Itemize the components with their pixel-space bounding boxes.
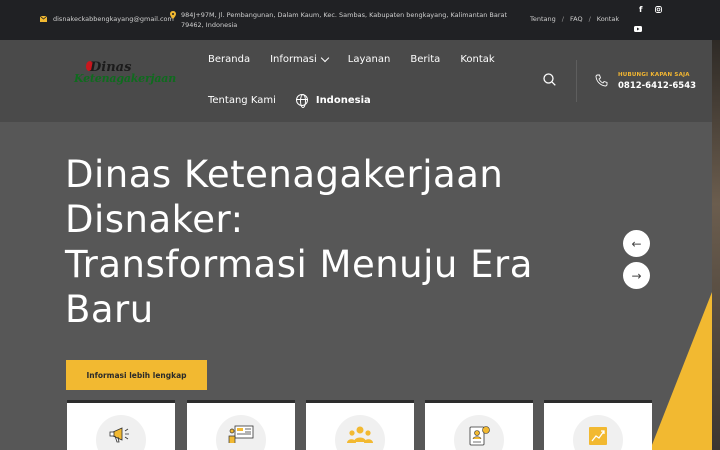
globe-icon [295,94,308,108]
nav-item-tentang-kami[interactable]: Tentang Kami [208,95,276,106]
card-icon-wrap [335,415,385,450]
background-image-edge [712,40,720,450]
top-link-tentang[interactable]: Tentang [530,15,556,23]
address-text: 984J+97M, Jl. Pembangunan, Dalam Kaum, K… [181,11,508,29]
hotline-number[interactable]: 0812-6412-6543 [618,81,696,91]
top-link-kontak[interactable]: Kontak [597,15,619,23]
top-links: Tentang / FAQ / Kontak [530,15,619,23]
language-selector[interactable]: Indonesia [295,94,371,108]
address-contact: 984J+97M, Jl. Pembangunan, Dalam Kaum, K… [170,10,510,30]
nav-item-layanan[interactable]: Layanan [348,54,391,65]
nav-label: Kontak [460,54,495,65]
hero-title: Dinas Ketenagakerjaan Disnaker: Transfor… [65,152,625,332]
top-link-faq[interactable]: FAQ [570,15,583,23]
link-separator: / [588,15,591,23]
nav-label: Layanan [347,54,391,65]
map-pin-icon [170,11,176,19]
hotline-label: HUBUNGI KAPAN SAJA [618,72,690,78]
nav-label: Beranda [208,54,251,65]
social-links: f [625,5,665,35]
main-header: Dinas Ketenagakerjaan Beranda Informasi … [0,40,712,122]
logo-text-line2: Ketenagakerjaan [74,72,176,85]
link-separator: / [561,15,564,23]
service-card[interactable] [187,400,295,450]
main-nav: Beranda Informasi Layanan Berita Kontak [208,53,515,65]
nav-item-kontak[interactable]: Kontak [460,54,494,65]
arrow-left-icon: ← [631,236,642,251]
decorative-yellow-shape [650,292,712,450]
youtube-icon[interactable] [634,26,642,32]
growth-chart-icon [589,427,607,445]
card-icon-wrap [216,415,266,450]
email-text: disnakeckabbengkayang@gmail.com [53,15,174,23]
megaphone-icon [109,427,129,443]
service-card[interactable] [544,400,652,450]
presentation-icon [228,425,254,443]
nav-label: Informasi [270,54,317,65]
search-icon[interactable] [543,73,556,86]
arrow-right-icon: → [631,268,642,283]
phone-icon [595,74,608,87]
main-nav-row2: Tentang Kami Indonesia [208,94,391,108]
nav-item-informasi[interactable]: Informasi [270,53,330,65]
facebook-icon[interactable]: f [639,5,642,14]
hero-title-line: Transformasi Menuju Era [65,243,533,286]
hero-title-line: Baru [65,288,154,331]
nav-label: Tentang Kami [208,94,276,106]
header-divider [576,60,577,102]
instagram-icon[interactable] [655,6,662,13]
nav-label: Berita [410,54,441,65]
hero-title-line: Disnaker: [65,198,244,241]
hero-section: Dinas Ketenagakerjaan Disnaker: Transfor… [0,122,712,450]
next-slide-button[interactable]: → [623,262,650,289]
envelope-icon [40,16,47,22]
site-logo[interactable]: Dinas Ketenagakerjaan [72,60,187,88]
card-icon-wrap [96,415,146,450]
hero-title-line: Dinas Ketenagakerjaan [65,153,504,196]
more-info-button[interactable]: Informasi lebih lengkap [66,360,207,390]
service-card[interactable] [425,400,533,450]
email-contact[interactable]: disnakeckabbengkayang@gmail.com [40,15,174,23]
card-icon-wrap [454,415,504,450]
job-profile-icon [469,426,490,446]
nav-item-berita[interactable]: Berita [410,54,440,65]
prev-slide-button[interactable]: ← [623,230,650,257]
group-icon [347,426,373,443]
nav-item-beranda[interactable]: Beranda [208,54,250,65]
language-label: Indonesia [315,94,371,106]
card-icon-wrap [573,415,623,450]
chevron-down-icon [320,53,330,63]
service-card[interactable] [67,400,175,450]
service-card[interactable] [306,400,414,450]
top-bar: disnakeckabbengkayang@gmail.com 984J+97M… [0,0,720,40]
